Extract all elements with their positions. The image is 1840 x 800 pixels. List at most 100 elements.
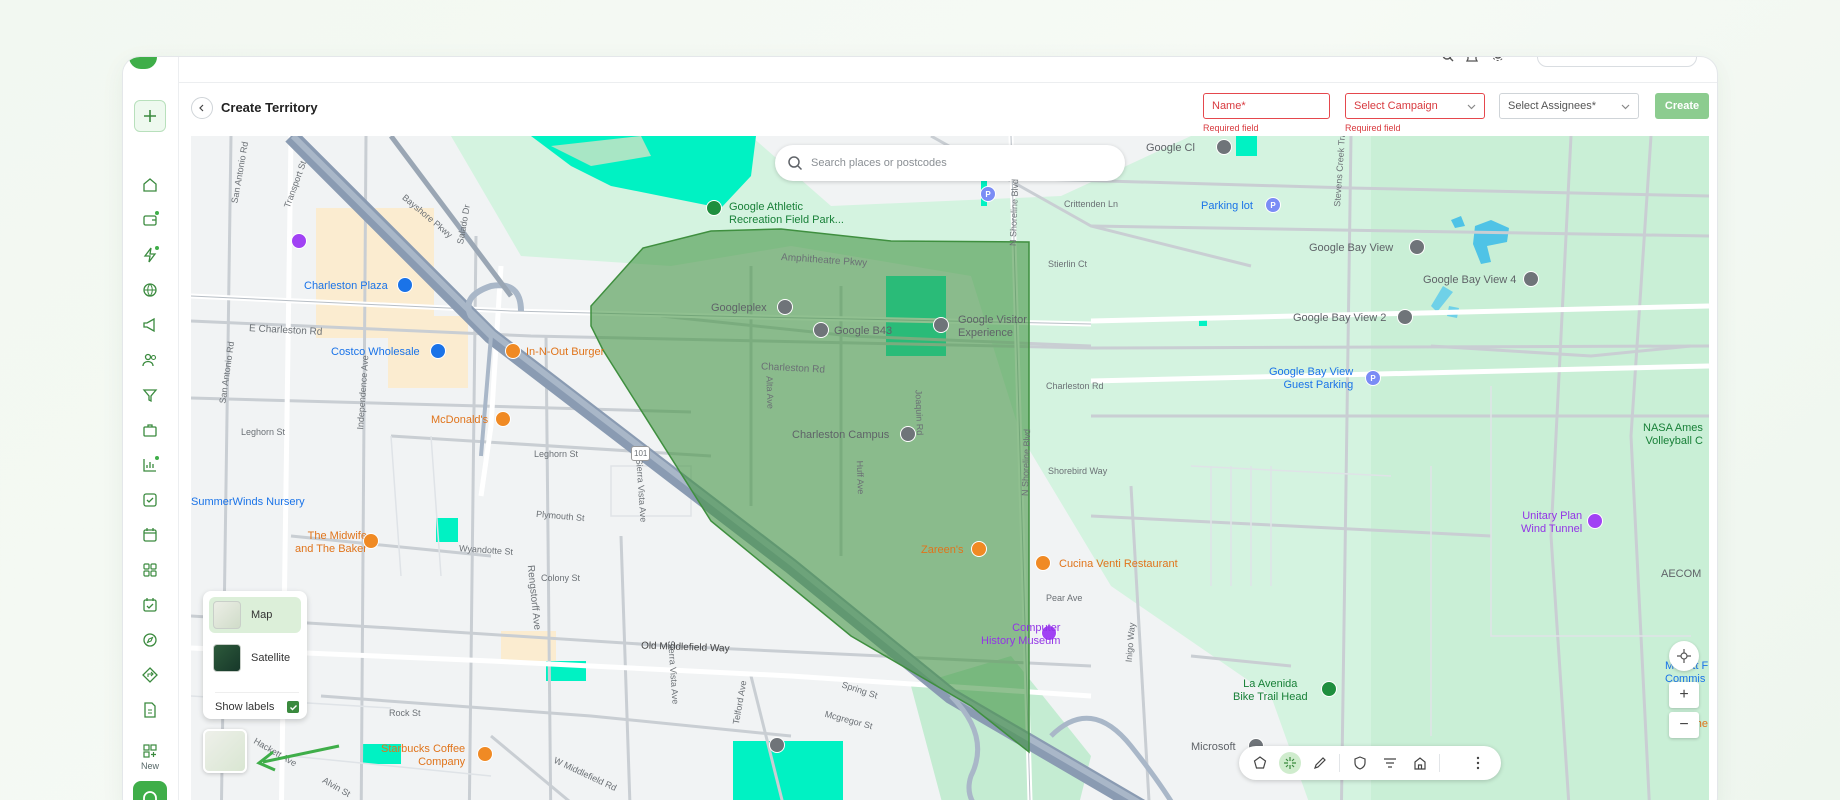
- poi-label: Googleplex: [711, 302, 767, 314]
- map-base: [191, 136, 1709, 800]
- freehand-tool[interactable]: [1309, 752, 1331, 774]
- campaign-error: Required field: [1345, 123, 1401, 133]
- layer-option-satellite[interactable]: Satellite: [209, 640, 301, 676]
- polygon-icon: [1253, 756, 1267, 769]
- locate-me-button[interactable]: [1669, 641, 1699, 671]
- office-pin[interactable]: [813, 322, 829, 338]
- sidebar-item-reports[interactable]: [139, 454, 161, 476]
- restaurant-pin[interactable]: [1035, 555, 1051, 571]
- sidebar-item-filter[interactable]: [139, 384, 161, 406]
- sidebar-item-globe[interactable]: [139, 279, 161, 301]
- sidebar-item-wallet[interactable]: [139, 209, 161, 231]
- households-tool[interactable]: [1409, 752, 1431, 774]
- poi-label: Unitary Plan Wind Tunnel: [1521, 510, 1583, 535]
- satellite-thumbnail: [213, 644, 241, 672]
- office-pin[interactable]: [777, 299, 793, 315]
- sidebar-item-home[interactable]: [139, 174, 161, 196]
- street-label: Charleston Rd: [1046, 381, 1104, 391]
- school-pin[interactable]: [769, 737, 785, 753]
- poi-label: Google Bay View Guest Parking: [1269, 366, 1354, 391]
- poi-label: La Avenida Bike Trail Head: [1233, 678, 1308, 703]
- megaphone-icon: [143, 317, 155, 333]
- poi-label: Computer History Museum: [981, 622, 1061, 647]
- app-logo[interactable]: [129, 57, 157, 69]
- parking-pin[interactable]: P: [1365, 370, 1381, 386]
- assignees-select[interactable]: Select Assignees*: [1499, 93, 1639, 119]
- show-labels-checkbox[interactable]: [287, 701, 299, 713]
- sidebar-item-campaigns[interactable]: [139, 314, 161, 336]
- street-label: Pear Ave: [1046, 593, 1083, 603]
- restaurant-pin[interactable]: [363, 533, 379, 549]
- cafe-pin[interactable]: [477, 746, 493, 762]
- sidebar-item-documents[interactable]: [139, 699, 161, 721]
- briefcase-icon: [143, 424, 157, 437]
- back-button[interactable]: [191, 97, 213, 119]
- restaurant-pin[interactable]: [495, 411, 511, 427]
- layer-option-map[interactable]: Map: [209, 597, 301, 633]
- name-field[interactable]: Name*: [1203, 93, 1330, 119]
- create-button[interactable]: Create: [1655, 93, 1709, 119]
- parking-pin[interactable]: P: [1265, 197, 1281, 213]
- sidebar-item-tasks[interactable]: [139, 489, 161, 511]
- add-button[interactable]: [134, 100, 166, 132]
- more-options-button[interactable]: [1467, 752, 1489, 774]
- calendar-check-icon: [143, 598, 157, 612]
- zoom-in-button[interactable]: +: [1669, 682, 1699, 708]
- gear-icon[interactable]: [1491, 56, 1505, 65]
- park-pin[interactable]: [706, 200, 722, 216]
- polygon-tool[interactable]: [1249, 752, 1271, 774]
- street-label: Leghorn St: [241, 427, 286, 437]
- search-icon[interactable]: [1441, 56, 1455, 65]
- show-labels-row: Show labels: [215, 692, 299, 713]
- campaign-select[interactable]: Select Campaign: [1345, 93, 1485, 119]
- layer-toggle-button[interactable]: [203, 729, 247, 773]
- layer-map-label: Map: [251, 609, 273, 621]
- shopping-pin[interactable]: [430, 343, 446, 359]
- office-pin[interactable]: [1523, 271, 1539, 287]
- office-pin[interactable]: [1409, 239, 1425, 255]
- new-menu[interactable]: New: [133, 743, 167, 771]
- restaurant-pin[interactable]: [971, 541, 987, 557]
- office-pin[interactable]: [900, 426, 916, 442]
- shield-pin-icon: [1354, 756, 1366, 770]
- sidebar-item-explore[interactable]: [139, 629, 161, 651]
- headset-icon: [143, 791, 157, 800]
- notification-dot: [154, 455, 160, 461]
- notification-dot: [154, 245, 160, 251]
- sidebar-item-briefcase[interactable]: [139, 419, 161, 441]
- trail-pin[interactable]: [1321, 681, 1337, 697]
- museum-pin[interactable]: [933, 317, 949, 333]
- restaurant-pin[interactable]: [505, 343, 521, 359]
- poi-label: NASA Ames Volleyball C: [1643, 422, 1703, 447]
- directions-icon: [142, 667, 158, 683]
- support-button[interactable]: [133, 781, 167, 800]
- avatar[interactable]: [1711, 57, 1717, 67]
- sidebar-item-automation[interactable]: [139, 244, 161, 266]
- office-pin[interactable]: [1397, 309, 1413, 325]
- sidebar-item-schedule[interactable]: [139, 594, 161, 616]
- map-thumbnail: [213, 601, 241, 629]
- territory-pin-tool[interactable]: [1349, 752, 1371, 774]
- workspace-selector[interactable]: [1537, 57, 1697, 67]
- parking-pin[interactable]: P: [980, 186, 996, 202]
- office-pin[interactable]: [1216, 139, 1232, 155]
- sidebar-item-routes[interactable]: [139, 664, 161, 686]
- sidebar-item-users[interactable]: [139, 349, 161, 371]
- bell-icon[interactable]: [1465, 56, 1479, 65]
- landmark-pin[interactable]: [1587, 513, 1603, 529]
- filter-tool[interactable]: [1379, 752, 1401, 774]
- zoom-out-button[interactable]: −: [1669, 712, 1699, 738]
- sidebar-item-calendar[interactable]: [139, 524, 161, 546]
- territory-polygon[interactable]: [590, 228, 1030, 754]
- store-pin[interactable]: [291, 233, 307, 249]
- shopping-pin[interactable]: [397, 277, 413, 293]
- street-label: Stierlin Ct: [1048, 259, 1088, 269]
- sidebar-item-apps[interactable]: [139, 559, 161, 581]
- calendar-icon: [143, 528, 157, 542]
- chevron-left-icon: [199, 104, 204, 112]
- poi-label: Google Bay View 2: [1293, 312, 1387, 324]
- grid-plus-icon: [143, 744, 157, 758]
- auto-draw-tool[interactable]: [1279, 752, 1301, 774]
- map-canvas[interactable]: Search places or postcodes Bayshore Pkwy…: [191, 136, 1709, 800]
- map-search-input[interactable]: Search places or postcodes: [775, 145, 1125, 181]
